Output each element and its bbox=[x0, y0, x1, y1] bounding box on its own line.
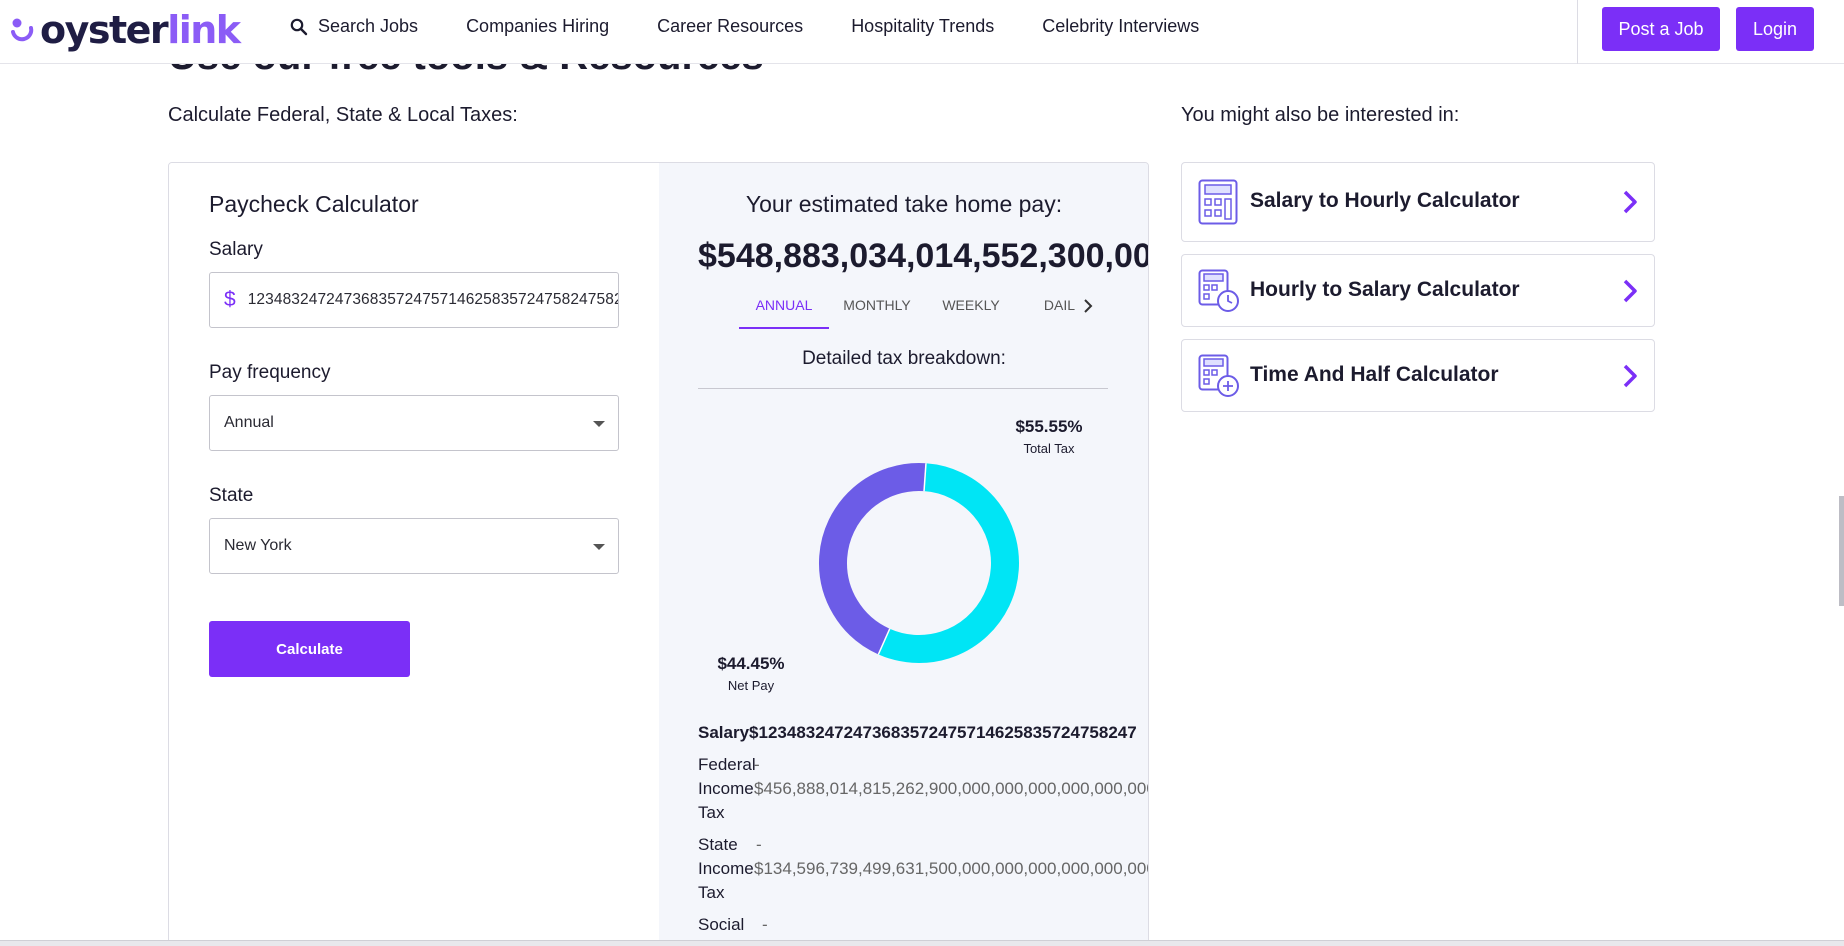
salary-label: Salary bbox=[209, 239, 263, 260]
net-pay-percent: $44.45% bbox=[717, 654, 785, 673]
chevron-down-icon bbox=[593, 544, 605, 550]
calculator-icon bbox=[1198, 179, 1238, 225]
tax-donut-chart bbox=[819, 463, 1019, 663]
salary-input-value: 1234832472473683572475714625835724758247… bbox=[247, 291, 618, 308]
related-hourly-to-salary[interactable]: Hourly to Salary Calculator bbox=[1181, 254, 1655, 327]
tab-monthly[interactable]: MONTHLY bbox=[829, 285, 925, 329]
state-tax-label: State Income Tax bbox=[698, 835, 754, 902]
nav-celebrity-interviews[interactable]: Celebrity Interviews bbox=[1042, 16, 1199, 37]
pay-frequency-value: Annual bbox=[224, 414, 274, 431]
net-pay-caption: Net Pay bbox=[727, 678, 775, 693]
net-pay-label: $44.45% Net Pay bbox=[711, 654, 791, 693]
social-security-value: - bbox=[762, 915, 768, 934]
chevron-right-icon[interactable] bbox=[1083, 297, 1093, 318]
total-tax-caption: Total Tax bbox=[1023, 441, 1075, 456]
paycheck-calculator-card: Paycheck Calculator Salary $ 12348324724… bbox=[168, 162, 1149, 946]
nav-label: Search Jobs bbox=[318, 16, 419, 36]
state-select[interactable]: New York bbox=[209, 518, 619, 574]
breakdown-title: Detailed tax breakdown: bbox=[802, 348, 1006, 369]
results-pane: Your estimated take home pay: $548,883,0… bbox=[659, 163, 1149, 946]
tab-daily[interactable]: DAIL bbox=[1017, 285, 1075, 329]
nav-hospitality-trends[interactable]: Hospitality Trends bbox=[851, 16, 994, 37]
state-tax-row: State Income Tax - $134,596,739,499,631,… bbox=[698, 833, 1148, 905]
main-nav: Search Jobs Companies Hiring Career Reso… bbox=[290, 16, 1247, 37]
chevron-right-icon bbox=[1623, 279, 1637, 303]
salary-row-value: $123483247247368357247571462583572475824… bbox=[749, 723, 1137, 742]
top-navigation-bar: oysterlink Search Jobs Companies Hiring … bbox=[0, 0, 1844, 64]
period-tabs: ANNUAL MONTHLY WEEKLY DAIL bbox=[739, 285, 1075, 329]
tab-weekly[interactable]: WEEKLY bbox=[925, 285, 1017, 329]
nav-companies-hiring[interactable]: Companies Hiring bbox=[466, 16, 609, 37]
social-security-row: Social - bbox=[698, 913, 768, 937]
federal-tax-label: Federal Income Tax bbox=[698, 755, 756, 822]
login-button[interactable]: Login bbox=[1736, 7, 1814, 51]
calculator-clock-icon bbox=[1198, 269, 1239, 312]
header-divider bbox=[1577, 0, 1578, 64]
total-tax-label: $55.55% Total Tax bbox=[1004, 417, 1094, 456]
pay-frequency-select[interactable]: Annual bbox=[209, 395, 619, 451]
salary-row-label: Salary bbox=[698, 723, 750, 742]
bottom-edge bbox=[0, 940, 1844, 946]
tool-label: Hourly to Salary Calculator bbox=[1250, 278, 1520, 301]
take-home-amount: $548,883,034,014,552,300,000 bbox=[698, 237, 1149, 275]
state-tax-value: - $134,596,739,499,631,500,000,000,000,0… bbox=[754, 835, 1149, 878]
chevron-right-icon bbox=[1623, 364, 1637, 388]
related-subtitle: You might also be interested in: bbox=[1181, 104, 1460, 126]
tool-label: Time And Half Calculator bbox=[1250, 363, 1499, 386]
scrollbar-thumb[interactable] bbox=[1839, 496, 1844, 606]
calculator-form: Paycheck Calculator Salary $ 12348324724… bbox=[169, 163, 659, 946]
pay-frequency-label: Pay frequency bbox=[209, 362, 331, 383]
divider bbox=[698, 388, 1108, 389]
calculator-title: Paycheck Calculator bbox=[209, 191, 419, 217]
search-icon bbox=[290, 18, 308, 35]
total-tax-percent: $55.55% bbox=[1015, 417, 1083, 436]
tool-label: Salary to Hourly Calculator bbox=[1250, 189, 1520, 212]
state-label: State bbox=[209, 485, 254, 506]
nav-search-jobs[interactable]: Search Jobs bbox=[290, 16, 418, 37]
calculator-subtitle: Calculate Federal, State & Local Taxes: bbox=[168, 104, 518, 126]
salary-row: Salary$123483247247368357247571462583572… bbox=[698, 721, 1137, 745]
salary-input[interactable]: $ 12348324724736835724757146258357247582… bbox=[209, 272, 619, 328]
state-value: New York bbox=[224, 537, 292, 554]
related-time-and-half[interactable]: Time And Half Calculator bbox=[1181, 339, 1655, 412]
chevron-down-icon bbox=[593, 421, 605, 427]
calculator-plus-icon bbox=[1198, 354, 1239, 397]
tab-annual[interactable]: ANNUAL bbox=[739, 285, 829, 329]
post-a-job-button[interactable]: Post a Job bbox=[1602, 7, 1720, 51]
federal-tax-value: - $456,888,014,815,262,900,000,000,000,0… bbox=[754, 755, 1149, 798]
oysterlink-logo[interactable]: oysterlink bbox=[10, 8, 241, 52]
federal-tax-row: Federal Income Tax - $456,888,014,815,26… bbox=[698, 753, 1148, 825]
chevron-right-icon bbox=[1623, 190, 1637, 214]
related-salary-to-hourly[interactable]: Salary to Hourly Calculator bbox=[1181, 162, 1655, 242]
dollar-icon: $ bbox=[224, 288, 236, 311]
calculate-button[interactable]: Calculate bbox=[209, 621, 410, 677]
logo-mark-icon bbox=[10, 17, 36, 43]
logo-wordmark: oysterlink bbox=[40, 8, 241, 52]
take-home-title: Your estimated take home pay: bbox=[745, 191, 1063, 217]
nav-career-resources[interactable]: Career Resources bbox=[657, 16, 803, 37]
social-security-label: Social bbox=[698, 915, 745, 934]
